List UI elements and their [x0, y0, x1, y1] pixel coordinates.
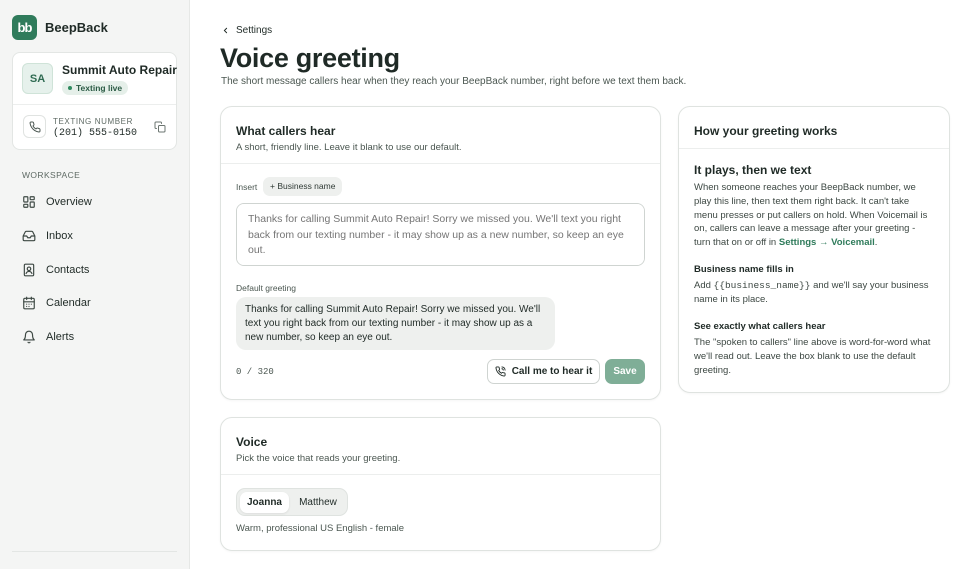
sidebar-item-inbox[interactable]: Inbox [22, 225, 73, 247]
calendar-icon [23, 296, 35, 310]
card-description: A short, friendly line. Leave it blank t… [236, 142, 462, 153]
insert-label: Insert [236, 182, 258, 192]
call-me-label: Call me to hear it [511, 366, 593, 377]
sidebar-item-label: Calendar [46, 297, 91, 309]
voice-selector: Joanna Matthew [236, 488, 348, 516]
contacts-icon [23, 263, 35, 277]
breadcrumb-settings: Settings [236, 25, 273, 36]
beepback-logo: bb [12, 15, 37, 40]
card-title: Voice [236, 435, 268, 449]
section-heading: Business name fills in [694, 264, 794, 275]
account-card: SA Summit Auto Repair Texting live TEXTI… [12, 52, 177, 150]
sidebar: bb BeepBack SA Summit Auto Repair Textin… [0, 0, 190, 569]
sidebar-item-label: Overview [46, 196, 92, 208]
phone-call-icon [495, 366, 506, 377]
status-badge: Texting live [62, 81, 129, 95]
card-header: Voice Pick the voice that reads your gre… [221, 418, 660, 475]
phone-icon [23, 115, 46, 138]
card-header: What callers hear A short, friendly line… [221, 107, 660, 164]
account-header[interactable]: SA Summit Auto Repair Texting live [13, 53, 177, 105]
greeting-input[interactable] [236, 203, 645, 266]
account-name: Summit Auto Repair [62, 63, 177, 77]
insert-business-name-chip[interactable]: + Business name [263, 177, 343, 196]
sidebar-item-overview[interactable]: Overview [22, 191, 92, 213]
greeting-card: What callers hear A short, friendly line… [220, 106, 661, 400]
voice-option-joanna[interactable]: Joanna [240, 492, 289, 513]
chevron-left-icon [223, 27, 228, 34]
business-name-token: {{business_name}} [713, 280, 811, 291]
save-button[interactable]: Save [605, 359, 645, 384]
avatar: SA [22, 63, 53, 94]
bell-icon [23, 330, 35, 344]
default-greeting-bubble: Thanks for calling Summit Auto Repair! S… [236, 297, 555, 350]
page-subtitle: The short message callers hear when they… [221, 76, 687, 87]
sidebar-item-label: Alerts [46, 331, 75, 343]
section-heading: See exactly what callers hear [694, 321, 826, 332]
default-greeting-label: Default greeting [236, 283, 297, 293]
breadcrumb[interactable]: Settings [221, 25, 272, 36]
page-title: Voice greeting [220, 43, 400, 73]
sidebar-item-alerts[interactable]: Alerts [22, 326, 74, 348]
brand[interactable]: bb BeepBack [12, 15, 108, 40]
divider [12, 551, 177, 552]
section-heading: It plays, then we text [694, 163, 812, 177]
card-header: How your greeting works [679, 107, 949, 149]
section-text-pre: Add [694, 280, 711, 291]
card-title: How your greeting works [694, 124, 838, 138]
sidebar-item-calendar[interactable]: Calendar [22, 292, 91, 314]
section-text: When someone reaches your BeepBack numbe… [694, 181, 934, 250]
sidebar-item-label: Contacts [46, 264, 90, 276]
voice-option-matthew[interactable]: Matthew [291, 492, 345, 513]
nav-section-label: WORKSPACE [22, 170, 81, 180]
char-count: 0 / 320 [236, 367, 274, 377]
copy-icon[interactable] [154, 121, 166, 133]
section-text: The "spoken to callers" line above is wo… [694, 337, 931, 376]
texting-number-label: TEXTING NUMBER [53, 117, 133, 126]
section-text-end: . [874, 237, 878, 249]
card-title: What callers hear [236, 124, 336, 138]
inbox-icon [22, 230, 36, 242]
voice-description: Warm, professional US English - female [236, 523, 405, 534]
brand-name: BeepBack [45, 20, 108, 35]
voice-card: Voice Pick the voice that reads your gre… [220, 417, 661, 551]
sidebar-item-label: Inbox [46, 230, 73, 242]
card-description: Pick the voice that reads your greeting. [236, 453, 401, 464]
section-text: Add {{business_name}} and we'll say your… [694, 279, 934, 307]
call-me-button[interactable]: Call me to hear it [487, 359, 600, 384]
settings-voicemail-link[interactable]: Settings → Voicemail [779, 237, 875, 248]
grid-icon [23, 196, 35, 208]
how-it-works-card: How your greeting works It plays, then w… [678, 106, 950, 393]
sidebar-item-contacts[interactable]: Contacts [22, 259, 89, 281]
texting-number: (201) 555-0150 [53, 128, 138, 139]
